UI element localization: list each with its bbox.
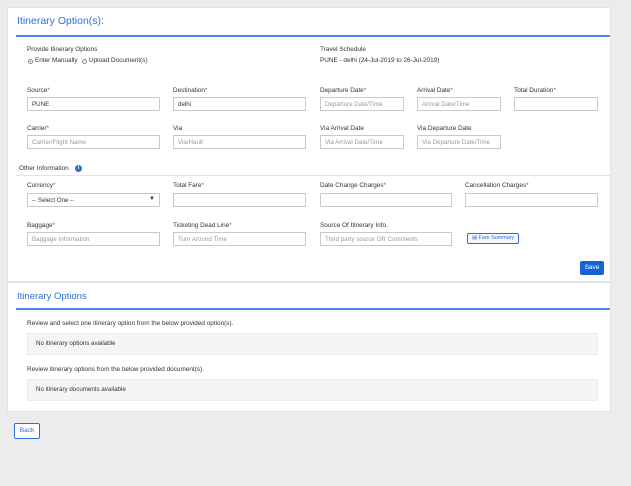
baggage-input[interactable] xyxy=(27,232,160,246)
upload-documents-radio[interactable] xyxy=(82,59,87,64)
itinerary-options-panel: Itinerary Options Review and select one … xyxy=(7,282,611,412)
baggage-label: Baggage xyxy=(27,222,55,229)
via-arrival-input[interactable] xyxy=(320,135,404,149)
other-information-divider xyxy=(16,175,610,176)
fare-summary-button[interactable]: ▤ Fare Summary xyxy=(467,233,520,244)
currency-label: Currency xyxy=(27,182,55,189)
travel-schedule-value: PUNE - delhi (24-Jul-2019 to 26-Jul-2019… xyxy=(320,57,440,64)
itinerary-option-panel: Itinerary Option(s): Provide Itinerary O… xyxy=(7,7,611,282)
via-departure-input[interactable] xyxy=(417,135,501,149)
total-fare-label: Total Fare xyxy=(173,182,204,189)
info-icon[interactable]: i xyxy=(75,165,82,172)
section-title-rule xyxy=(16,35,610,37)
carrier-label: Carrier xyxy=(27,125,49,132)
total-duration-input[interactable] xyxy=(514,97,598,111)
no-options-box: No itinerary options available xyxy=(27,333,598,355)
document-icon: ▤ xyxy=(472,235,478,241)
no-docs-box: No itinerary documents available xyxy=(27,379,598,401)
via-arrival-label: Via Arrival Date xyxy=(320,125,364,132)
chevron-down-icon: ▼ xyxy=(149,196,155,202)
no-docs-text: No itinerary documents available xyxy=(36,386,126,393)
back-button[interactable]: Back xyxy=(14,423,40,439)
source-label: Source xyxy=(27,87,50,94)
source-input[interactable] xyxy=(27,97,160,111)
total-fare-input[interactable] xyxy=(173,193,306,207)
travel-schedule-label: Travel Schedule xyxy=(320,46,366,53)
section-title-rule xyxy=(16,308,610,310)
carrier-input[interactable] xyxy=(27,135,160,149)
destination-label: Destination xyxy=(173,87,207,94)
departure-date-input[interactable] xyxy=(320,97,404,111)
enter-manually-radio[interactable] xyxy=(28,59,33,64)
no-options-text: No itinerary options available xyxy=(36,340,116,347)
source-info-label: Source Of Itinerary Info. xyxy=(320,222,388,229)
enter-manually-label[interactable]: Enter Manually xyxy=(35,57,78,64)
fare-summary-label: Fare Summary xyxy=(478,235,515,241)
departure-date-label: Departure Date xyxy=(320,87,366,94)
provide-options-label: Provide Itinerary Options xyxy=(27,46,98,53)
other-information-title: Other Information xyxy=(19,165,69,172)
ticketing-deadline-label: Ticketing Dead Line xyxy=(173,222,232,229)
section-title: Itinerary Option(s): xyxy=(17,15,104,27)
date-change-label: Date Change Charges xyxy=(320,182,386,189)
currency-selected-value: -- Select One -- xyxy=(32,197,75,204)
cancellation-label: Cancellation Charges xyxy=(465,182,529,189)
save-button[interactable]: Save xyxy=(580,261,604,275)
cancellation-input[interactable] xyxy=(465,193,598,207)
section-title: Itinerary Options xyxy=(17,291,87,302)
currency-select[interactable]: -- Select One -- ▼ xyxy=(27,193,160,207)
arrival-date-label: Arrival Date xyxy=(417,87,453,94)
upload-documents-label[interactable]: Upload Document(s) xyxy=(89,57,148,64)
review-docs-text: Review itinerary options from the below … xyxy=(27,366,204,373)
destination-input[interactable] xyxy=(173,97,306,111)
date-change-input[interactable] xyxy=(320,193,452,207)
review-options-text: Review and select one itinerary option f… xyxy=(27,320,234,327)
via-input[interactable] xyxy=(173,135,306,149)
source-info-input[interactable] xyxy=(320,232,452,246)
ticketing-deadline-input[interactable] xyxy=(173,232,306,246)
via-departure-label: Via Departure Date xyxy=(417,125,472,132)
arrival-date-input[interactable] xyxy=(417,97,501,111)
total-duration-label: Total Duration xyxy=(514,87,556,94)
via-label: Via xyxy=(173,125,183,132)
